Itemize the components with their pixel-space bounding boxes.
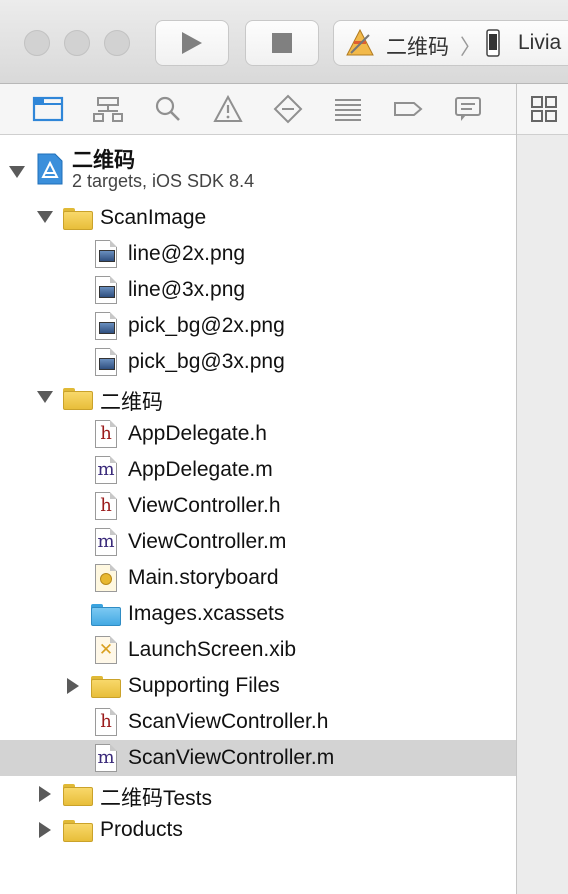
folder-label: ScanImage (100, 206, 207, 229)
implementation-file-icon: m (95, 456, 117, 484)
folder-icon (63, 388, 93, 410)
file-label: pick_bg@2x.png (128, 314, 285, 337)
warning-icon[interactable] (212, 94, 244, 124)
minimize-window-button[interactable] (64, 30, 90, 56)
symbol-navigator-icon[interactable] (92, 94, 124, 124)
window-titlebar: 二维码 〉 Livia (0, 0, 568, 84)
tree-row-file[interactable]: h ViewController.h (0, 488, 516, 524)
file-label: ViewController.h (128, 494, 281, 517)
disclosure-open-icon[interactable] (37, 391, 53, 403)
run-button[interactable] (155, 20, 229, 66)
related-items-grid-icon[interactable] (530, 95, 558, 123)
tree-row-folder-tests[interactable]: 二维码Tests (0, 776, 516, 812)
folder-label: Products (100, 818, 183, 841)
report-bubble-icon[interactable] (452, 94, 484, 124)
tree-row-file[interactable]: Images.xcassets (0, 596, 516, 632)
tree-row-file[interactable]: m ViewController.m (0, 524, 516, 560)
image-file-icon (95, 276, 117, 304)
tree-row-file[interactable]: line@3x.png (0, 272, 516, 308)
tree-row-file[interactable]: pick_bg@3x.png (0, 344, 516, 380)
scheme-selector[interactable]: 二维码 〉 Livia (333, 20, 568, 66)
file-label: pick_bg@3x.png (128, 350, 285, 373)
file-label: AppDelegate.h (128, 422, 267, 445)
search-icon[interactable] (152, 94, 184, 124)
disclosure-open-icon[interactable] (37, 211, 53, 223)
scheme-name: 二维码 (386, 36, 449, 59)
xcode-project-icon (37, 153, 63, 185)
folder-navigator-icon[interactable] (32, 94, 64, 124)
tree-row-file[interactable]: ✕ LaunchScreen.xib (0, 632, 516, 668)
navigator-selector-bar (0, 84, 516, 135)
folder-label: 二维码 (100, 391, 163, 414)
folder-icon (91, 676, 121, 698)
iphone-icon (486, 29, 500, 57)
implementation-file-icon: m (95, 528, 117, 556)
folder-icon (63, 208, 93, 230)
tree-row-file[interactable]: m AppDelegate.m (0, 452, 516, 488)
image-file-icon (95, 312, 117, 340)
folder-icon (63, 820, 93, 842)
tree-row-project[interactable]: 二维码 2 targets, iOS SDK 8.4 (0, 147, 516, 197)
file-label: Images.xcassets (128, 602, 285, 625)
file-label: ScanViewController.h (128, 710, 329, 733)
tree-row-folder-supporting[interactable]: Supporting Files (0, 668, 516, 704)
xib-file-icon: ✕ (95, 636, 117, 664)
disclosure-closed-icon[interactable] (39, 786, 51, 802)
project-name: 二维码 (72, 149, 135, 172)
editor-jumpbar (517, 84, 568, 135)
file-label: LaunchScreen.xib (128, 638, 297, 661)
file-label: AppDelegate.m (128, 458, 273, 481)
folder-label: Supporting Files (128, 674, 280, 697)
file-label: ScanViewController.m (128, 746, 335, 769)
tree-row-folder-scanimage[interactable]: ScanImage (0, 200, 516, 236)
disclosure-closed-icon[interactable] (39, 822, 51, 838)
storyboard-file-icon (95, 564, 117, 592)
header-file-icon: h (95, 420, 117, 448)
breakpoint-icon[interactable] (392, 94, 424, 124)
file-label: Main.storyboard (128, 566, 279, 589)
tree-row-file-selected[interactable]: m ScanViewController.m (0, 740, 516, 776)
editor-pane (517, 84, 568, 894)
file-label: line@2x.png (128, 242, 246, 265)
chevron-right-icon: 〉 (460, 36, 481, 59)
file-label: line@3x.png (128, 278, 246, 301)
tree-row-file[interactable]: pick_bg@2x.png (0, 308, 516, 344)
project-subtitle: 2 targets, iOS SDK 8.4 (72, 171, 255, 191)
asset-catalog-icon (91, 604, 121, 626)
tree-row-file[interactable]: line@2x.png (0, 236, 516, 272)
image-file-icon (95, 348, 117, 376)
header-file-icon: h (95, 708, 117, 736)
debug-list-icon[interactable] (332, 94, 364, 124)
disclosure-open-icon[interactable] (9, 166, 25, 178)
stop-icon (272, 33, 292, 53)
file-label: ViewController.m (128, 530, 287, 553)
tree-row-file[interactable]: h AppDelegate.h (0, 416, 516, 452)
tree-row-folder-products[interactable]: Products (0, 812, 516, 848)
tree-row-file[interactable]: h ScanViewController.h (0, 704, 516, 740)
disclosure-closed-icon[interactable] (67, 678, 79, 694)
zoom-window-button[interactable] (104, 30, 130, 56)
device-name: Livia (518, 31, 562, 54)
implementation-file-icon: m (95, 744, 117, 772)
tree-row-file[interactable]: Main.storyboard (0, 560, 516, 596)
image-file-icon (95, 240, 117, 268)
xcode-app-icon (346, 28, 374, 56)
close-window-button[interactable] (24, 30, 50, 56)
folder-label: 二维码Tests (100, 787, 213, 810)
play-icon (182, 32, 202, 54)
test-diamond-icon[interactable] (272, 94, 304, 124)
stop-button[interactable] (245, 20, 319, 66)
header-file-icon: h (95, 492, 117, 520)
tree-row-folder-group[interactable]: 二维码 (0, 380, 516, 416)
folder-icon (63, 784, 93, 806)
